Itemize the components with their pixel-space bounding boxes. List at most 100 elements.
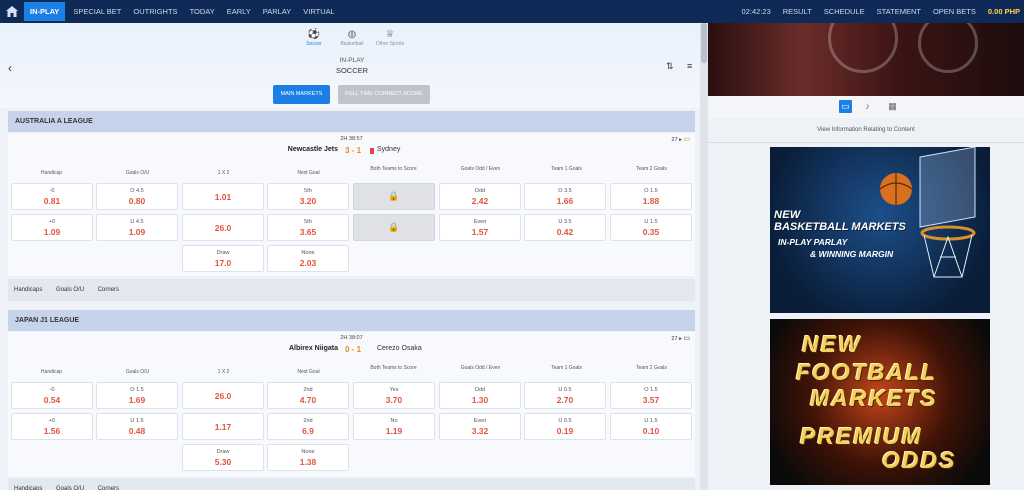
tab-handicaps[interactable]: Handicaps: [14, 486, 42, 490]
odds-cell[interactable]: U 1.5 0.48: [96, 413, 178, 440]
banner2-line4: PREMIUM: [800, 423, 923, 449]
odds-cell[interactable]: 1.17: [182, 413, 264, 440]
odds-cell[interactable]: Even 3.32: [439, 413, 521, 440]
tv-icon: ▭: [683, 335, 690, 342]
header-1x2: 1 X 2: [217, 369, 230, 375]
tab-handicaps[interactable]: Handicaps: [14, 287, 42, 293]
nav-parlay[interactable]: PARLAY: [257, 0, 297, 23]
view-info-link[interactable]: View Information Relating to Content: [708, 127, 1024, 133]
monitor-icon[interactable]: ▭: [839, 100, 852, 113]
tab-corners[interactable]: Corners: [98, 287, 119, 293]
list-view-icon[interactable]: ≡: [687, 61, 692, 71]
odds-cell[interactable]: No 1.19: [353, 413, 435, 440]
odds-cell[interactable]: U 3.5 0.42: [524, 214, 606, 241]
odds-cell[interactable]: O 1.5 3.57: [610, 382, 692, 409]
scrollbar-thumb[interactable]: [701, 23, 707, 63]
header-handicap: Handicap: [40, 369, 63, 375]
odds-cell[interactable]: 26.0: [182, 214, 264, 241]
nav-special-bet[interactable]: SPECIAL BET: [67, 0, 127, 23]
top-navigation: IN-PLAY SPECIAL BET OUTRIGHTS TODAY EARL…: [0, 0, 1024, 23]
microphone-icon[interactable]: ♪: [861, 100, 874, 113]
nav-in-play[interactable]: IN-PLAY: [24, 2, 66, 21]
field-icon[interactable]: ▦: [886, 100, 899, 113]
tab-soccer[interactable]: ⚽ Soccer: [294, 29, 334, 47]
odds-cell[interactable]: Draw 5.30: [182, 444, 264, 471]
nav-statement[interactable]: STATEMENT: [871, 7, 927, 16]
odds-cell[interactable]: +0 1.56: [11, 413, 93, 440]
odds-cell[interactable]: O 4.5 0.80: [96, 183, 178, 210]
match-time: 2H 38:07: [340, 335, 363, 341]
header-team2-goals: Team 2 Goals: [636, 166, 667, 172]
banner2-line3: MARKETS: [810, 385, 938, 411]
sport-header: ⚽ Soccer ◍ Basketball ♕ Other Sports ‹ IN-P…: [0, 23, 700, 108]
odds-cell[interactable]: 5th 3.65: [267, 214, 349, 241]
odds-cell[interactable]: -0 0.54: [11, 382, 93, 409]
odds-cell[interactable]: 2nd 4.70: [267, 382, 349, 409]
odds-cell[interactable]: +0 1.09: [11, 214, 93, 241]
nav-schedule[interactable]: SCHEDULE: [818, 7, 871, 16]
header-goals-odd-even: Goals Odd / Even: [460, 166, 501, 172]
odds-cell[interactable]: 5th 3.20: [267, 183, 349, 210]
away-team: Cerezo Osaka: [377, 345, 422, 352]
league-header[interactable]: AUSTRALIA A LEAGUE: [8, 111, 695, 132]
header-next-goal: Next Goal: [297, 369, 320, 375]
odds-cell[interactable]: Even 1.57: [439, 214, 521, 241]
odds-cell[interactable]: U 0.5 2.70: [524, 382, 606, 409]
header-next-goal: Next Goal: [297, 170, 320, 176]
header-goals-ou: Goals O/U: [125, 369, 150, 375]
nav-virtual[interactable]: VIRTUAL: [297, 0, 341, 23]
odds-cell[interactable]: None 1.38: [267, 444, 349, 471]
odds-cell[interactable]: O 1.5 1.69: [96, 382, 178, 409]
header-1x2: 1 X 2: [217, 170, 230, 176]
tab-other-sports-label: Other Sports: [375, 41, 405, 47]
odds-cell[interactable]: Draw 17.0: [182, 245, 264, 272]
banner1-line4: & WINNING MARGIN: [810, 249, 894, 259]
nav-open-bets[interactable]: OPEN BETS: [927, 7, 982, 16]
banner2-line1: NEW: [802, 331, 862, 357]
header-team2-goals: Team 2 Goals: [636, 365, 667, 371]
tab-goals-ou[interactable]: Goals O/U: [56, 287, 84, 293]
odds-cell[interactable]: U 1.5 0.10: [610, 413, 692, 440]
match-card: 2H 38:57 Newcastle Jets 3 - 1 Sydney 27 …: [8, 133, 695, 276]
odds-cell[interactable]: U 0.5 0.19: [524, 413, 606, 440]
odds-cell[interactable]: Yes 3.70: [353, 382, 435, 409]
score: 3 - 1: [344, 146, 362, 155]
odds-cell[interactable]: U 4.5 1.09: [96, 214, 178, 241]
odds-cell[interactable]: 1.01: [182, 183, 264, 210]
more-markets-link[interactable]: 27 ▸ ▭: [671, 334, 690, 342]
odds-cell[interactable]: O 3.5 1.66: [524, 183, 606, 210]
odds-cell[interactable]: None 2.03: [267, 245, 349, 272]
full-time-correct-score-button[interactable]: FULL TIME CORRECT SCORE: [338, 85, 430, 104]
home-icon[interactable]: [0, 0, 24, 23]
odds-cell[interactable]: Odd 1.30: [439, 382, 521, 409]
balance: 0.00 PHP: [987, 7, 1020, 16]
sort-icon[interactable]: ⇅: [666, 61, 674, 72]
tab-corners[interactable]: Corners: [98, 486, 119, 490]
header-team1-goals: Team 1 Goals: [551, 365, 582, 371]
back-arrow-icon[interactable]: ‹: [8, 61, 12, 75]
odds-cell[interactable]: Odd 2.42: [439, 183, 521, 210]
side-panel: ▭ ♪ ▦ View Information Relating to Conte…: [708, 23, 1024, 490]
odds-cell[interactable]: U 1.5 0.35: [610, 214, 692, 241]
odds-cell[interactable]: 26.0: [182, 382, 264, 409]
odds-cell[interactable]: 2nd 6.9: [267, 413, 349, 440]
scrollbar[interactable]: [700, 23, 708, 490]
nav-result[interactable]: RESULT: [777, 7, 818, 16]
red-card-icon: [370, 148, 374, 154]
tab-basketball-label: Basketball: [340, 41, 364, 47]
tab-basketball[interactable]: ◍ Basketball: [332, 29, 372, 47]
nav-outrights[interactable]: OUTRIGHTS: [127, 0, 183, 23]
tab-other-sports[interactable]: ♕ Other Sports: [370, 29, 410, 47]
basketball-promo-banner[interactable]: NEW BASKETBALL MARKETS IN-PLAY PARLAY & …: [770, 147, 990, 313]
nav-today[interactable]: TODAY: [184, 0, 221, 23]
odds-cell[interactable]: O 1.5 1.88: [610, 183, 692, 210]
header-goals-ou: Goals O/U: [125, 170, 150, 176]
tab-goals-ou[interactable]: Goals O/U: [56, 486, 84, 490]
more-markets-link[interactable]: 27 ▸ ▭: [671, 135, 690, 143]
odds-cell[interactable]: -0 0.81: [11, 183, 93, 210]
main-markets-button[interactable]: MAIN MARKETS: [273, 85, 330, 104]
league-header[interactable]: JAPAN J1 LEAGUE: [8, 310, 695, 331]
tv-icon: ▭: [683, 136, 690, 143]
football-promo-banner[interactable]: NEW FOOTBALL MARKETS PREMIUM ODDS: [770, 319, 990, 485]
nav-early[interactable]: EARLY: [221, 0, 257, 23]
